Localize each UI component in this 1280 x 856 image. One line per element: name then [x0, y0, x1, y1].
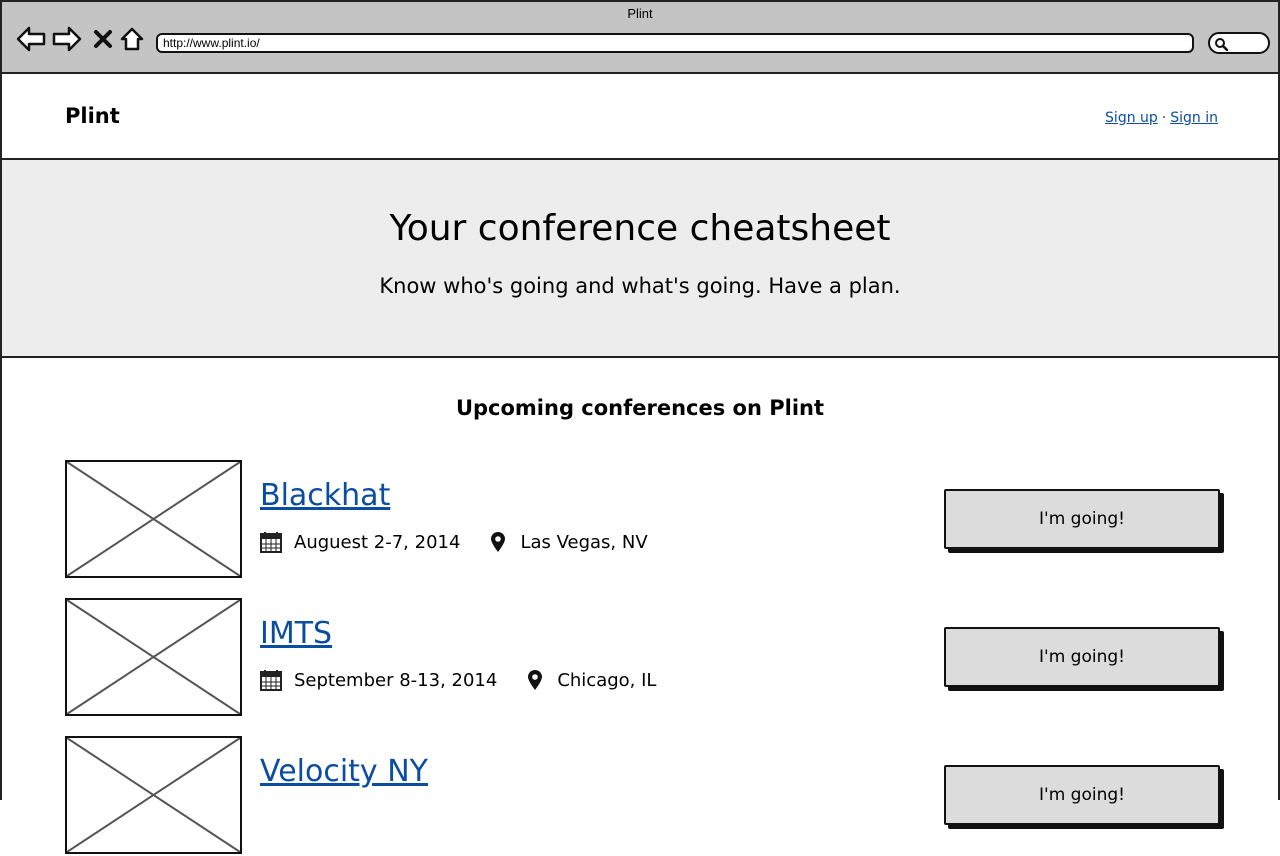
sign-up-link[interactable]: Sign up: [1105, 110, 1158, 126]
auth-separator: ·: [1161, 110, 1167, 126]
map-pin-icon: [527, 669, 543, 691]
calendar-icon: [260, 531, 282, 553]
im-going-button[interactable]: I'm going!: [944, 489, 1220, 549]
conference-name-link[interactable]: IMTS: [260, 616, 332, 651]
conference-name-link[interactable]: Blackhat: [260, 478, 390, 513]
close-icon[interactable]: [88, 24, 118, 54]
conference-location: Chicago, IL: [557, 669, 657, 691]
window-title: Plint: [627, 6, 653, 21]
conference-name-link[interactable]: Velocity NY: [260, 754, 428, 789]
im-going-button[interactable]: I'm going!: [944, 765, 1220, 825]
map-pin-icon: [490, 531, 506, 553]
conference-row: Blackhat Auguest 2-7, 2014 Las Vegas, NV…: [65, 460, 1221, 578]
image-placeholder-icon: [65, 460, 242, 578]
conference-date: September 8-13, 2014: [294, 669, 498, 691]
brand-logo[interactable]: Plint: [65, 104, 120, 128]
image-placeholder-icon: [65, 736, 242, 854]
sign-in-link[interactable]: Sign in: [1170, 110, 1218, 126]
im-going-button[interactable]: I'm going!: [944, 627, 1220, 687]
browser-search-field[interactable]: [1208, 32, 1270, 54]
conference-row: IMTS September 8-13, 2014 Chicago, IL I'…: [65, 598, 1221, 716]
auth-links: Sign up · Sign in: [1105, 110, 1218, 126]
main-content: Upcoming conferences on Plint Blackhat A…: [0, 358, 1280, 854]
section-title: Upcoming conferences on Plint: [455, 396, 825, 420]
back-arrow-icon[interactable]: [16, 24, 46, 54]
conference-meta: Auguest 2-7, 2014 Las Vegas, NV: [260, 531, 648, 553]
app-header: Plint Sign up · Sign in: [0, 74, 1280, 160]
search-icon: [1215, 38, 1228, 51]
calendar-icon: [260, 669, 282, 691]
hero-title: Your conference cheatsheet: [389, 208, 891, 249]
image-placeholder-icon: [65, 598, 242, 716]
conference-row: Velocity NY I'm going!: [65, 736, 1221, 854]
browser-chrome: Plint http://www.plint.io/: [0, 0, 1280, 74]
hero-banner: Your conference cheatsheet Know who's go…: [0, 160, 1280, 358]
forward-arrow-icon[interactable]: [52, 24, 82, 54]
conference-location: Las Vegas, NV: [520, 531, 648, 553]
home-icon[interactable]: [117, 24, 147, 54]
url-bar[interactable]: http://www.plint.io/: [156, 33, 1194, 53]
conference-meta: September 8-13, 2014 Chicago, IL: [260, 669, 656, 691]
conference-date: Auguest 2-7, 2014: [294, 531, 461, 553]
hero-subtitle: Know who's going and what's going. Have …: [379, 274, 901, 298]
